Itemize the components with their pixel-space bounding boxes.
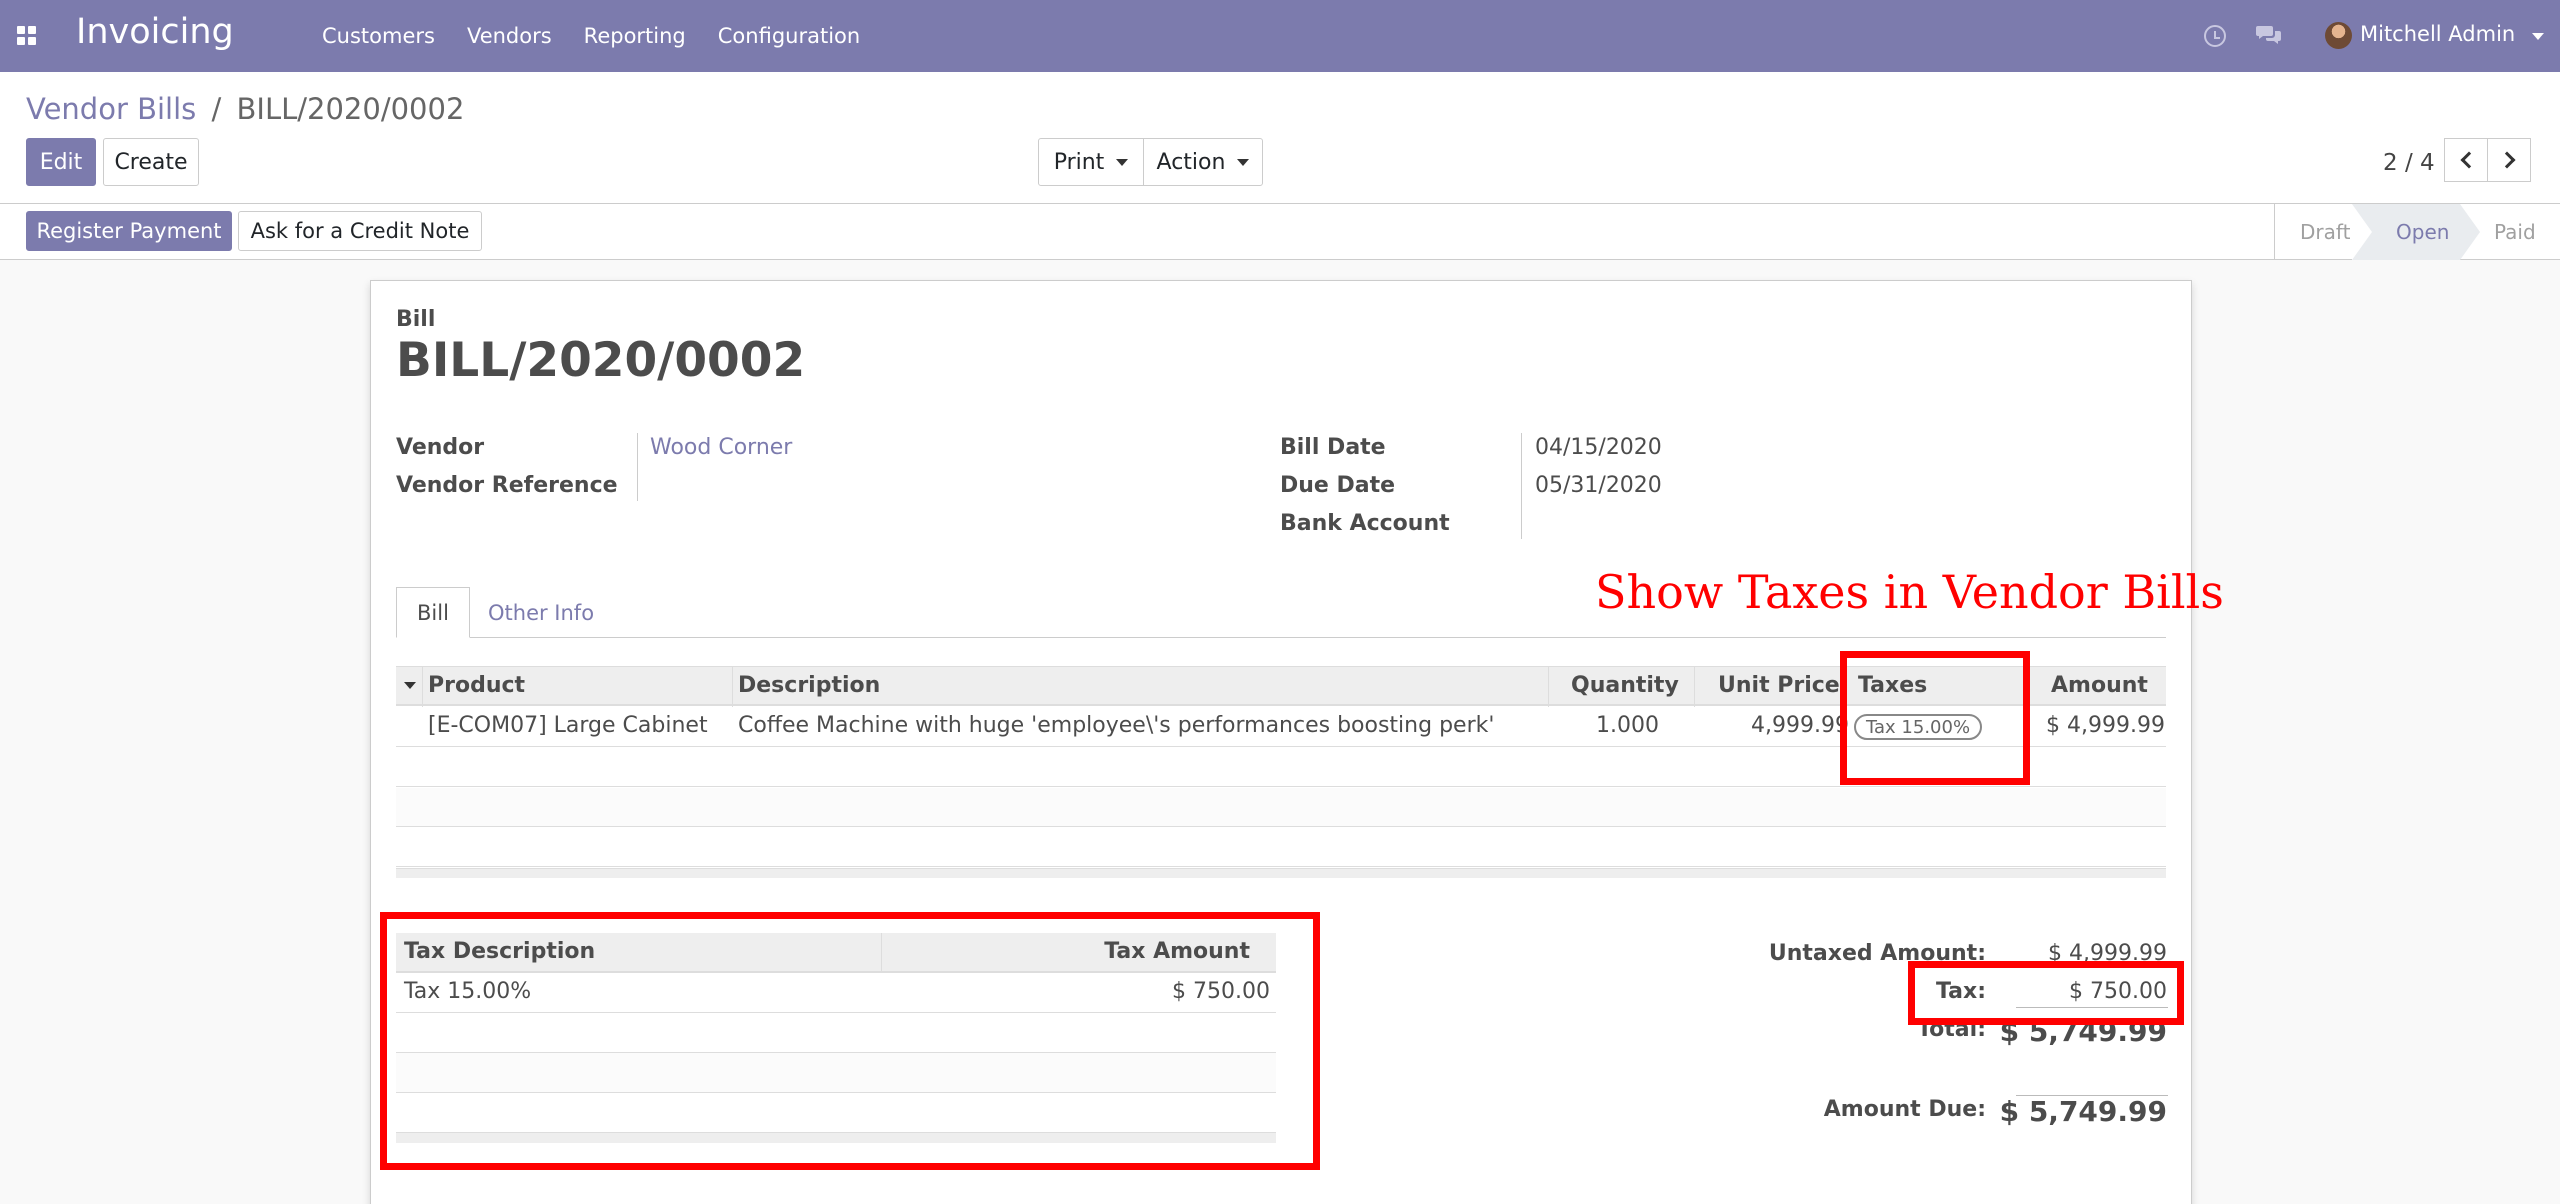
- menu-item-customers[interactable]: Customers: [322, 24, 435, 48]
- untaxed-amount-value: $ 4,999.99: [2048, 941, 2167, 966]
- tab-other-info[interactable]: Other Info: [468, 587, 614, 638]
- breadcrumb-separator: /: [211, 92, 222, 126]
- register-payment-button[interactable]: Register Payment: [26, 211, 232, 251]
- due-date-label: Due Date: [1280, 473, 1396, 498]
- credit-note-button[interactable]: Ask for a Credit Note: [238, 211, 482, 251]
- bill-number: BILL/2020/0002: [396, 333, 806, 388]
- tax-value: $ 750.00: [2069, 979, 2167, 1004]
- column-separator: [1844, 667, 1845, 707]
- caret-down-icon: [1116, 158, 1129, 166]
- col-unit-price[interactable]: Unit Price: [1718, 673, 1840, 698]
- column-separator: [422, 667, 423, 707]
- top-navbar: Invoicing Customers Vendors Reporting Co…: [0, 0, 2560, 72]
- col-taxes[interactable]: Taxes: [1858, 673, 1927, 698]
- column-separator: [732, 667, 733, 707]
- lines-footer: [396, 868, 2166, 878]
- cell-tax-amount: $ 750.00: [1172, 979, 1270, 1004]
- action-dropdown-button[interactable]: Action: [1143, 138, 1263, 186]
- sort-caret-icon[interactable]: [404, 682, 416, 689]
- empty-row: [396, 828, 2166, 867]
- action-label: Action: [1156, 149, 1226, 175]
- chevron-right-icon: [2498, 151, 2515, 169]
- breadcrumb-vendor-bills[interactable]: Vendor Bills: [26, 92, 196, 126]
- edit-button[interactable]: Edit: [26, 138, 96, 186]
- breadcrumb: Vendor Bills / BILL/2020/0002: [26, 92, 464, 126]
- vendor-value[interactable]: Wood Corner: [650, 435, 792, 460]
- empty-row: [396, 1093, 1276, 1133]
- bank-account-label: Bank Account: [1280, 511, 1450, 536]
- cell-unit-price: 4,999.99: [1751, 713, 1849, 738]
- user-avatar[interactable]: [2325, 22, 2352, 49]
- caret-down-icon: [1237, 158, 1250, 166]
- col-amount[interactable]: Amount: [2051, 673, 2148, 698]
- lines-header: Product Description Quantity Unit Price …: [396, 666, 2166, 707]
- tax-table-footer: [396, 1133, 1276, 1143]
- tax-tag-badge[interactable]: Tax 15.00%: [1854, 714, 1983, 740]
- create-button[interactable]: Create: [103, 138, 199, 186]
- col-quantity[interactable]: Quantity: [1571, 673, 1679, 698]
- print-label: Print: [1053, 149, 1105, 175]
- print-dropdown-button[interactable]: Print: [1038, 138, 1144, 186]
- cell-amount: $ 4,999.99: [2046, 713, 2165, 738]
- column-separator: [2026, 667, 2027, 707]
- menu-item-vendors[interactable]: Vendors: [467, 24, 552, 48]
- empty-row: [396, 1013, 1276, 1053]
- total-label: Total:: [1917, 1017, 1986, 1042]
- chevron-left-icon: [2460, 151, 2477, 169]
- tax-table-header: Tax Description Tax Amount: [396, 933, 1276, 973]
- field-divider: [1521, 433, 1522, 539]
- cell-quantity: 1.000: [1596, 713, 1659, 738]
- due-date-value: 05/31/2020: [1535, 473, 1662, 498]
- stage-draft[interactable]: Draft: [2300, 204, 2350, 260]
- menu-item-reporting[interactable]: Reporting: [584, 24, 686, 48]
- pager-previous-button[interactable]: [2444, 138, 2488, 182]
- pager-value[interactable]: 2 / 4: [2383, 150, 2435, 176]
- apps-menu-icon[interactable]: [17, 26, 36, 45]
- amount-due-value: $ 5,749.99: [1999, 1095, 2167, 1128]
- vendor-label: Vendor: [396, 435, 485, 460]
- untaxed-amount-label: Untaxed Amount:: [1768, 941, 1986, 966]
- bill-date-label: Bill Date: [1280, 435, 1386, 460]
- control-panel: Vendor Bills / BILL/2020/0002 Edit Creat…: [0, 72, 2560, 204]
- column-separator: [1548, 667, 1549, 707]
- col-product[interactable]: Product: [428, 673, 525, 698]
- app-title[interactable]: Invoicing: [76, 12, 234, 52]
- col-description[interactable]: Description: [738, 673, 880, 698]
- cell-product: [E-COM07] Large Cabinet: [428, 713, 708, 738]
- main-menu: Customers Vendors Reporting Configuratio…: [322, 0, 860, 72]
- activity-clock-icon[interactable]: [2204, 25, 2226, 47]
- column-separator: [1694, 667, 1695, 707]
- empty-row: [396, 788, 2166, 827]
- amount-due-label: Amount Due:: [1823, 1097, 1986, 1122]
- bill-date-value: 04/15/2020: [1535, 435, 1662, 460]
- annotation-title: Show Taxes in Vendor Bills: [1595, 565, 2224, 619]
- status-divider: [2274, 204, 2275, 260]
- menu-item-configuration[interactable]: Configuration: [718, 24, 860, 48]
- field-divider: [637, 433, 638, 501]
- stage-arrow: [2460, 204, 2480, 260]
- tax-label: Tax:: [1935, 979, 1986, 1004]
- cell-tax-description: Tax 15.00%: [404, 979, 532, 1004]
- empty-row: [396, 1053, 1276, 1093]
- col-tax-description: Tax Description: [404, 939, 596, 964]
- bill-form-sheet: Bill BILL/2020/0002 Vendor Vendor Refere…: [370, 280, 2192, 1204]
- pager-next-button[interactable]: [2487, 138, 2531, 182]
- status-bar: Register Payment Ask for a Credit Note D…: [0, 204, 2560, 260]
- user-name[interactable]: Mitchell Admin: [2360, 22, 2515, 46]
- vendor-reference-label: Vendor Reference: [396, 473, 618, 498]
- column-separator: [881, 933, 882, 973]
- table-row: Tax 15.00% $ 750.00: [396, 973, 1276, 1013]
- tab-bill[interactable]: Bill: [396, 587, 470, 638]
- empty-row: [396, 748, 2166, 787]
- bill-type-label: Bill: [396, 307, 436, 332]
- stage-paid[interactable]: Paid: [2494, 204, 2536, 260]
- total-divider: [2016, 1007, 2168, 1008]
- chat-icon[interactable]: [2256, 24, 2282, 46]
- stage-arrow: [2352, 204, 2372, 260]
- cell-description: Coffee Machine with huge 'employee\'s pe…: [738, 713, 1495, 738]
- total-value: $ 5,749.99: [1999, 1015, 2167, 1048]
- col-tax-amount: Tax Amount: [1104, 939, 1250, 964]
- breadcrumb-current: BILL/2020/0002: [236, 92, 465, 126]
- user-menu-caret-icon[interactable]: [2532, 33, 2544, 40]
